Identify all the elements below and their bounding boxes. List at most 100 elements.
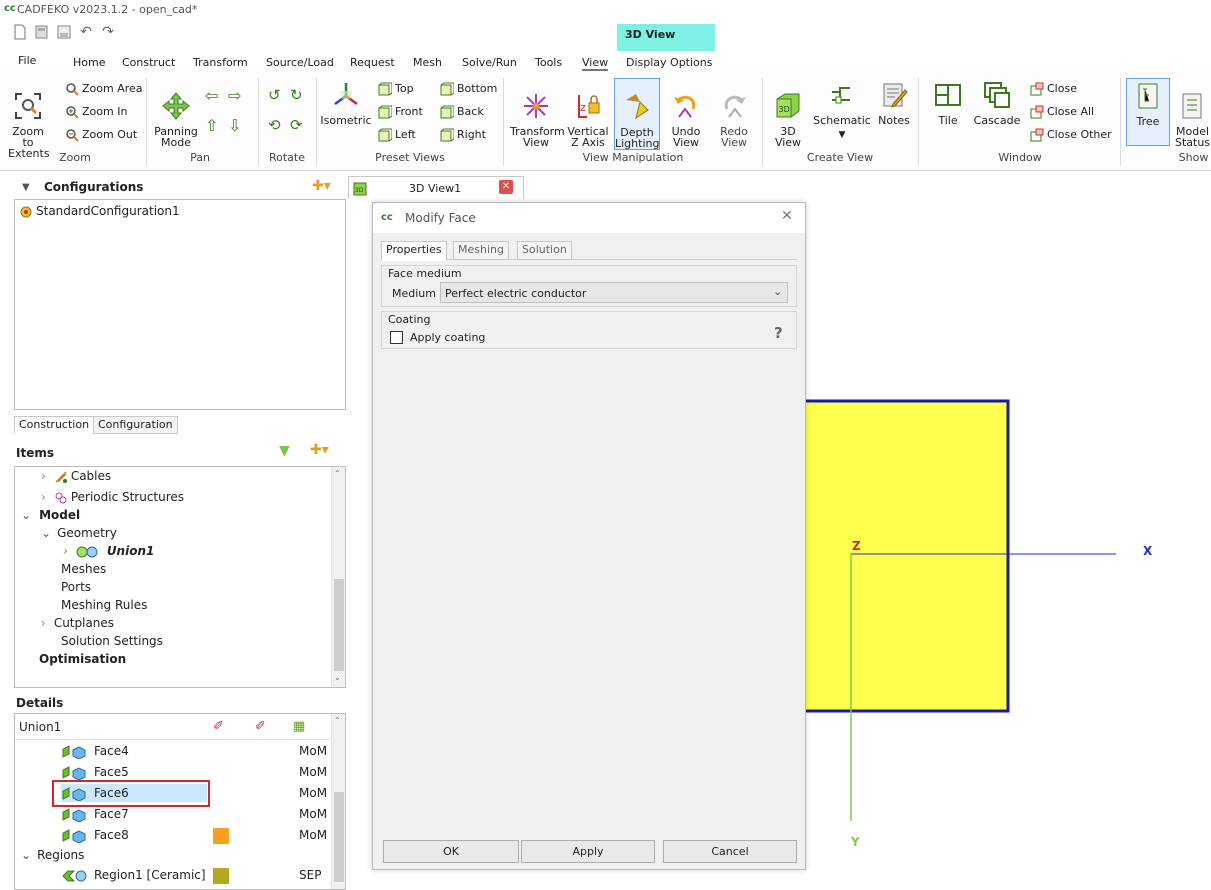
tree-item-model[interactable]: ⌄ Model: [21, 506, 80, 524]
tree-item-solution-settings[interactable]: Solution Settings: [61, 632, 163, 650]
redo-view-button[interactable]: Redo View: [712, 80, 756, 148]
tab-meshing[interactable]: Meshing: [453, 241, 509, 260]
rotate-ccw-icon[interactable]: ↺: [268, 86, 281, 104]
tab-construct[interactable]: Construct: [122, 56, 175, 69]
tree-item-cutplanes[interactable]: › Cutplanes: [41, 614, 114, 632]
tree-item-meshing-rules[interactable]: Meshing Rules: [61, 596, 147, 614]
collapse-arrow-icon[interactable]: ▼: [22, 182, 30, 193]
vertical-z-axis-button[interactable]: z Vertical Z Axis: [566, 80, 610, 148]
notes-button[interactable]: Notes: [876, 80, 912, 126]
tab-tools[interactable]: Tools: [535, 56, 562, 69]
apply-coating-checkbox[interactable]: [390, 331, 403, 344]
pan-left-icon[interactable]: ⇦: [205, 86, 218, 105]
tree-item-cables[interactable]: › Cables: [41, 467, 111, 485]
cancel-button[interactable]: Cancel: [663, 840, 797, 863]
tab-home[interactable]: Home: [73, 56, 105, 69]
tree-item-periodic-structures[interactable]: › Periodic Structures: [41, 488, 184, 506]
close-window-button[interactable]: Close: [1030, 80, 1077, 98]
pan-up-icon[interactable]: ⇧: [205, 116, 218, 135]
pan-right-icon[interactable]: ⇨: [228, 86, 241, 105]
ok-button[interactable]: OK: [383, 840, 519, 863]
close-tab-icon[interactable]: ✕: [499, 180, 513, 194]
tab-configuration[interactable]: Configuration: [93, 416, 178, 434]
model-status-button[interactable]: Model Status: [1174, 80, 1211, 148]
tab-request[interactable]: Request: [350, 56, 395, 69]
scrollbar-thumb[interactable]: [334, 792, 344, 882]
preset-front-button[interactable]: Front: [378, 103, 423, 121]
scroll-up-icon[interactable]: ⌃: [334, 716, 341, 725]
help-icon[interactable]: ?: [774, 324, 783, 342]
table-row[interactable]: Face7: [61, 805, 129, 823]
tab-properties[interactable]: Properties: [381, 241, 447, 261]
tab-solution[interactable]: Solution: [517, 241, 572, 260]
preset-right-button[interactable]: Right: [440, 126, 486, 144]
3d-view-button[interactable]: 3D 3D View: [770, 80, 806, 148]
undo-view-button[interactable]: Undo View: [664, 80, 708, 148]
zoom-in-button[interactable]: Zoom In: [65, 103, 127, 121]
zoom-out-button[interactable]: Zoom Out: [65, 126, 137, 144]
scroll-up-icon[interactable]: ⌃: [334, 469, 341, 478]
tree-item-ports[interactable]: Ports: [61, 578, 91, 596]
table-row[interactable]: Face5: [61, 763, 129, 781]
paint-brush-icon[interactable]: ✐: [255, 719, 266, 734]
filter-icon[interactable]: ▼: [279, 443, 290, 459]
tab-transform[interactable]: Transform: [193, 56, 248, 69]
color-swatch[interactable]: [213, 868, 229, 884]
tree-button[interactable]: Tree: [1126, 78, 1170, 146]
tile-button[interactable]: Tile: [932, 80, 964, 126]
save-icon[interactable]: [56, 24, 72, 40]
isometric-button[interactable]: Isometric: [320, 80, 372, 126]
solver-icon[interactable]: ▦: [293, 719, 305, 734]
preset-bottom-button[interactable]: Bottom: [440, 80, 497, 98]
zoom-area-button[interactable]: Zoom Area: [65, 80, 143, 98]
redo-icon[interactable]: ↷: [100, 24, 116, 40]
preset-top-button[interactable]: Top: [378, 80, 414, 98]
table-row[interactable]: Face8: [61, 826, 129, 844]
panning-mode-button[interactable]: Panning Mode: [154, 80, 198, 148]
tree-item-regions[interactable]: ⌄ Regions: [21, 846, 84, 864]
tree-item-union1[interactable]: › Union1: [63, 542, 154, 560]
close-other-button[interactable]: Close Other: [1030, 126, 1112, 144]
preset-back-button[interactable]: Back: [440, 103, 484, 121]
tree-item-meshes[interactable]: Meshes: [61, 560, 106, 578]
tab-3d-view1[interactable]: 3D 3D View1 ✕: [348, 176, 524, 199]
cascade-button[interactable]: Cascade: [972, 80, 1022, 126]
table-row[interactable]: Region1 [Ceramic]: [61, 866, 206, 884]
add-item-icon[interactable]: ✚▾: [310, 442, 329, 458]
add-configuration-icon[interactable]: ✚▾: [312, 178, 331, 194]
new-file-icon[interactable]: [12, 24, 28, 40]
rotate-cw-icon[interactable]: ↻: [290, 86, 303, 104]
tab-solve-run[interactable]: Solve/Run: [462, 56, 517, 69]
rotate-right-icon[interactable]: ⟳: [290, 116, 303, 134]
schematic-button[interactable]: Schematic ▼: [812, 80, 872, 141]
undo-icon[interactable]: ↶: [78, 24, 94, 40]
items-scrollbar[interactable]: ⌃ ⌄: [331, 467, 345, 687]
color-swatch[interactable]: [213, 828, 229, 844]
tab-file[interactable]: File: [18, 54, 36, 67]
pan-down-icon[interactable]: ⇩: [228, 116, 241, 135]
tree-item-optimisation[interactable]: Optimisation: [39, 650, 126, 668]
open-file-icon[interactable]: [34, 24, 50, 40]
tab-view[interactable]: View: [582, 56, 609, 71]
medium-select[interactable]: Perfect electric conductor ⌄: [440, 282, 788, 303]
tree-item-geometry[interactable]: ⌄ Geometry: [41, 524, 117, 542]
apply-button[interactable]: Apply: [521, 840, 655, 863]
close-icon[interactable]: ✕: [781, 208, 793, 224]
list-item[interactable]: StandardConfiguration1: [19, 202, 180, 220]
scrollbar-thumb[interactable]: [334, 579, 344, 671]
tab-mesh[interactable]: Mesh: [413, 56, 442, 69]
transform-view-button[interactable]: Transform View: [510, 80, 565, 148]
tab-source-load[interactable]: Source/Load: [266, 56, 334, 69]
tab-construction[interactable]: Construction: [14, 416, 95, 434]
table-row-selected[interactable]: Face6: [61, 784, 207, 802]
table-row[interactable]: Face4: [61, 742, 129, 760]
details-scrollbar[interactable]: ⌃: [331, 714, 345, 889]
tab-display-options[interactable]: Display Options: [626, 56, 713, 69]
preset-left-button[interactable]: Left: [378, 126, 416, 144]
scroll-down-icon[interactable]: ⌄: [334, 673, 341, 682]
depth-lighting-button[interactable]: Depth Lighting: [614, 78, 660, 150]
rotate-left-icon[interactable]: ⟲: [268, 116, 281, 134]
zoom-to-extents-button[interactable]: Zoom to Extents: [8, 80, 50, 159]
paint-brush-icon[interactable]: ✐: [213, 719, 224, 734]
close-all-button[interactable]: Close All: [1030, 103, 1094, 121]
